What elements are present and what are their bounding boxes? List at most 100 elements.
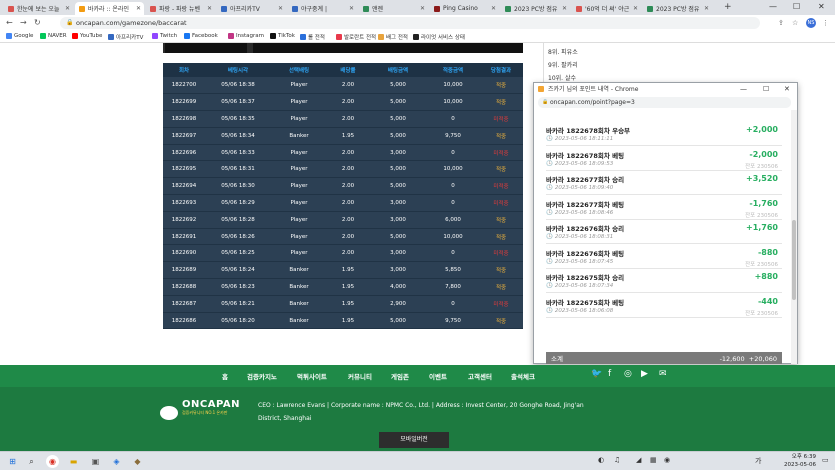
tray-icon[interactable]: ▦ — [650, 456, 657, 464]
facebook-icon[interactable]: f — [608, 369, 611, 379]
browser-tab[interactable]: 야구중계 | ✕ — [288, 2, 357, 15]
bookmark-item[interactable]: NAVER — [40, 33, 67, 39]
language-icon[interactable]: 가 — [755, 456, 761, 466]
tray-icon[interactable]: ◐ — [598, 456, 604, 464]
popup-scrollbar[interactable] — [791, 110, 797, 364]
instagram-icon[interactable]: ◎ — [624, 369, 632, 379]
share-icon[interactable]: ⇪ — [778, 19, 784, 27]
footer-nav-item[interactable]: 고객센터 — [468, 371, 492, 381]
youtube-icon[interactable]: ▶ — [641, 369, 648, 379]
tab-close-icon[interactable]: ✕ — [633, 5, 638, 12]
tab-close-icon[interactable]: ✕ — [349, 5, 354, 12]
browser-tab[interactable]: '60억 더 써' 야근 ✕ — [572, 2, 641, 15]
mail-icon[interactable]: ✉ — [659, 369, 667, 379]
table-cell: 0 — [427, 194, 479, 212]
subtotal-plus: +20,060 — [748, 355, 777, 363]
bookmark-item[interactable]: 아프리카TV — [108, 33, 143, 41]
tab-close-icon[interactable]: ✕ — [420, 5, 425, 12]
column-header: 베팅시각 — [205, 63, 271, 77]
popup-titlebar: 즈카기 님의 포인트 내역 - Chrome — [534, 83, 797, 96]
bookmark-item[interactable]: YouTube — [72, 33, 102, 39]
footer-nav-item[interactable]: 검증카지노 — [247, 371, 277, 381]
tab-title: Ping Casino — [443, 5, 478, 12]
browser-tab[interactable]: 앤젠 ✕ — [359, 2, 428, 15]
back-icon[interactable]: ← — [6, 18, 13, 27]
ranking-item[interactable]: 9위. 팔카리 — [548, 60, 578, 69]
windows-start-icon[interactable]: ⊞ — [6, 455, 19, 468]
table-cell: Player — [271, 93, 327, 112]
tab-close-icon[interactable]: ✕ — [136, 5, 141, 12]
new-tab-button[interactable]: + — [724, 2, 732, 12]
ranking-item[interactable]: 8위. 피유소 — [548, 47, 578, 56]
site-logo[interactable]: ONCAPAN 검증커뮤니티 NO.1 온카판 — [160, 397, 240, 423]
twitter-icon[interactable]: 🐦 — [591, 369, 602, 379]
tab-close-icon[interactable]: ✕ — [491, 5, 496, 12]
tab-favicon — [576, 5, 582, 12]
tab-close-icon[interactable]: ✕ — [562, 5, 567, 12]
clock[interactable]: 오후 6:39 2023-05-06 — [776, 453, 816, 469]
folder-icon[interactable]: ▬ — [67, 455, 80, 468]
popup-maximize-icon[interactable]: ☐ — [763, 83, 769, 96]
table-cell: 미적중 — [479, 177, 523, 196]
scrollbar-thumb[interactable] — [792, 220, 796, 300]
browser-tab[interactable]: 아프리카TV ✕ — [217, 2, 286, 15]
minimize-icon[interactable]: — — [769, 2, 777, 11]
browser-tab[interactable]: 2023 PC방 점유 ✕ — [643, 2, 712, 15]
bookmark-item[interactable]: Google — [6, 33, 33, 39]
tray-icon[interactable]: ◉ — [664, 456, 670, 464]
point-entry: 바카라 1822678회차 우승부 🕒 2023-05-06 18:11:11 +2,… — [546, 122, 782, 146]
bookmark-item[interactable]: 롤 전적 — [300, 33, 325, 41]
table-cell: 5,000 — [369, 77, 427, 95]
table-cell: 2.00 — [327, 244, 369, 263]
bookmark-item[interactable]: 발로란트 전적 — [336, 33, 376, 41]
menu-icon[interactable]: ⋮ — [822, 19, 829, 27]
star-icon[interactable]: ☆ — [792, 19, 798, 27]
tab-close-icon[interactable]: ✕ — [207, 5, 212, 12]
chrome-icon[interactable]: ◉ — [46, 455, 59, 468]
browser-tab[interactable]: 2023 PC방 점유 ✕ — [501, 2, 570, 15]
browser-tab[interactable]: 바카라 :: 온라인 ✕ — [75, 2, 144, 15]
browser-tab[interactable]: 한눈에 보는 오늘 ✕ — [4, 2, 73, 15]
footer-nav-item[interactable]: 커뮤니티 — [348, 371, 372, 381]
tab-close-icon[interactable]: ✕ — [704, 5, 709, 12]
tab-close-icon[interactable]: ✕ — [65, 5, 70, 12]
tab-close-icon[interactable]: ✕ — [278, 5, 283, 12]
bookmark-item[interactable]: 라이엇 서비스 상태 — [413, 33, 465, 41]
browser-tab[interactable]: 파랑 - 파랑 뉴벤 ✕ — [146, 2, 215, 15]
bookmark-item[interactable]: Facebook — [184, 33, 218, 39]
popup-close-icon[interactable]: ✕ — [784, 83, 790, 96]
table-cell: 10,000 — [427, 77, 479, 95]
maximize-icon[interactable]: ☐ — [793, 2, 800, 11]
table-cell: 5,000 — [369, 127, 427, 145]
forward-icon[interactable]: → — [20, 18, 27, 27]
tray-icon[interactable]: ♫ — [614, 456, 620, 464]
mobile-version-button[interactable]: 모바일버전 — [379, 432, 449, 448]
profile-avatar[interactable]: NS — [806, 18, 816, 28]
notification-icon[interactable]: ▭ — [822, 456, 829, 464]
close-icon[interactable]: ✕ — [818, 2, 825, 11]
bookmark-item[interactable]: Instagram — [228, 33, 264, 39]
footer-nav-item[interactable]: 출석체크 — [511, 371, 535, 381]
footer-nav-item[interactable]: 홈 — [222, 371, 228, 381]
ranking-item[interactable]: 10위. 살수 — [548, 73, 576, 82]
app-icon[interactable]: ◆ — [131, 455, 144, 468]
bookmark-item[interactable]: Twitch — [152, 33, 177, 39]
reload-icon[interactable]: ↻ — [34, 18, 41, 27]
popup-url-bar[interactable]: 🔒 oncapan.com/point?page=3 — [538, 97, 791, 108]
table-cell: 9,750 — [427, 127, 479, 145]
footer-nav-item[interactable]: 먹튀사이트 — [297, 371, 327, 381]
bookmark-item[interactable]: 배그 전적 — [378, 33, 408, 41]
app-icon[interactable]: ▣ — [89, 455, 102, 468]
browser-tab[interactable]: Ping Casino ✕ — [430, 2, 499, 15]
table-cell: 05/06 18:23 — [205, 278, 271, 296]
app-icon[interactable]: ◈ — [110, 455, 123, 468]
footer-nav-item[interactable]: 게임존 — [391, 371, 409, 381]
footer-nav-item[interactable]: 이벤트 — [429, 371, 447, 381]
popup-minimize-icon[interactable]: — — [740, 83, 747, 96]
address-bar[interactable]: 🔒 oncapan.com/gamezone/baccarat — [60, 17, 760, 29]
tray-icon[interactable]: ◢ — [636, 456, 641, 464]
table-cell: Player — [271, 228, 327, 246]
search-icon[interactable]: ⌕ — [25, 455, 38, 468]
table-cell: Player — [271, 110, 327, 128]
bookmark-item[interactable]: TikTok — [270, 33, 295, 39]
